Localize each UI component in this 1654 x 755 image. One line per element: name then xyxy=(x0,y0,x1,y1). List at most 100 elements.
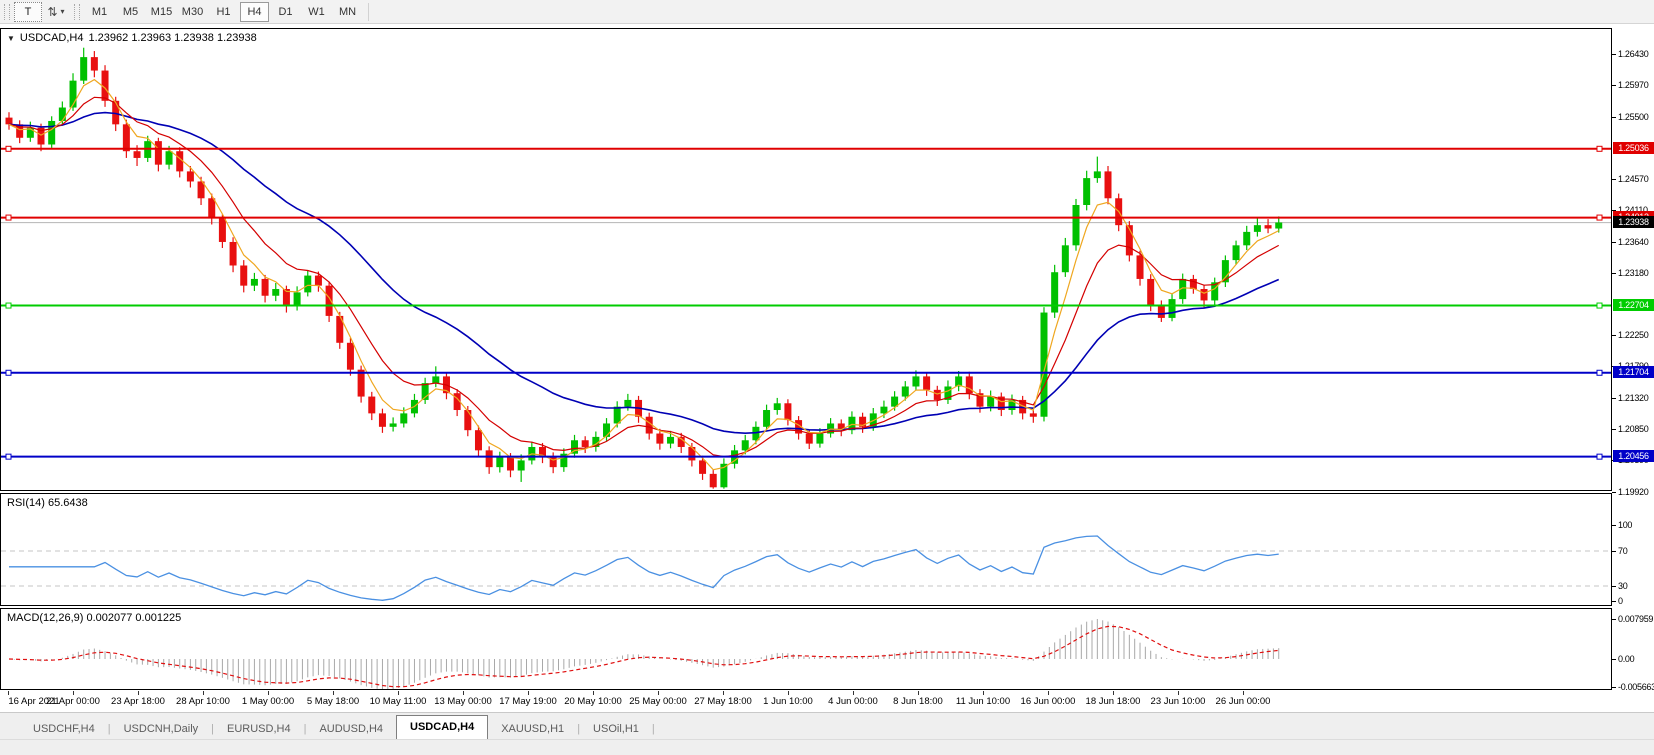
date-tick-label: 27 May 18:00 xyxy=(694,696,752,707)
price-tick-label: 1.19920 xyxy=(1618,487,1648,497)
timeframe-button-m1[interactable]: M1 xyxy=(85,2,114,22)
date-tick-label: 13 May 00:00 xyxy=(434,696,492,707)
axis-tick xyxy=(1612,398,1616,399)
price-chart-pane[interactable]: ▼ USDCAD,H4 1.23962 1.23963 1.23938 1.23… xyxy=(0,28,1612,491)
date-tick xyxy=(73,691,74,695)
price-tick-label: 1.22250 xyxy=(1618,330,1648,340)
line-handle[interactable] xyxy=(1597,454,1602,459)
chart-tab-eurusd-h4[interactable]: EURUSD,H4 xyxy=(214,719,304,739)
rsi-line xyxy=(9,536,1279,600)
date-tick-label: 4 Jun 00:00 xyxy=(828,696,878,707)
macd-label: MACD(12,26,9) 0.002077 0.001225 xyxy=(7,612,181,624)
ma-mid-line xyxy=(9,97,1279,456)
mt4-window: T ⇅ ▾ M1M5M15M30H1H4D1W1MN ▼ USDCAD,H4 1… xyxy=(0,0,1654,755)
date-tick xyxy=(983,691,984,695)
date-tick xyxy=(463,691,464,695)
date-tick xyxy=(1113,691,1114,695)
macd-tick-label: 0.007959 xyxy=(1618,614,1653,624)
axis-tick xyxy=(1612,335,1616,336)
line-handle[interactable] xyxy=(6,215,11,220)
timeframe-button-d1[interactable]: D1 xyxy=(271,2,300,22)
chart-tab-usdcnh-daily[interactable]: USDCNH,Daily xyxy=(111,719,212,739)
date-tick-label: 26 Jun 00:00 xyxy=(1216,696,1271,707)
date-tick-label: 21 Apr 00:00 xyxy=(46,696,100,707)
axis-tick xyxy=(1612,551,1616,552)
date-tick-label: 23 Apr 18:00 xyxy=(111,696,165,707)
axis-tick xyxy=(1612,492,1616,493)
chart-tab-usdchf-h4[interactable]: USDCHF,H4 xyxy=(20,719,108,739)
line-handle[interactable] xyxy=(6,303,11,308)
date-tick xyxy=(1048,691,1049,695)
chart-tab-audusd-h4[interactable]: AUDUSD,H4 xyxy=(306,719,396,739)
axis-tick xyxy=(1612,85,1616,86)
status-bar xyxy=(0,739,1654,755)
rsi-tick-label: 70 xyxy=(1618,546,1627,556)
chart-title: ▼ USDCAD,H4 1.23962 1.23963 1.23938 1.23… xyxy=(7,32,257,44)
line-handle[interactable] xyxy=(1597,146,1602,151)
date-tick xyxy=(8,691,9,695)
rsi-tick-label: 30 xyxy=(1618,581,1627,591)
date-tick xyxy=(268,691,269,695)
price-tick-label: 1.25500 xyxy=(1618,112,1648,122)
price-chart-canvas[interactable] xyxy=(1,29,1611,490)
timeframe-button-w1[interactable]: W1 xyxy=(302,2,331,22)
price-line-badge: 1.20456 xyxy=(1613,450,1654,462)
axis-tick xyxy=(1612,586,1616,587)
text-tool-button[interactable]: T xyxy=(14,2,42,22)
chart-tab-xauusd-h1[interactable]: XAUUSD,H1 xyxy=(488,719,577,739)
line-handle[interactable] xyxy=(6,454,11,459)
rsi-tick-label: 0 xyxy=(1618,596,1623,606)
toolbar-grip[interactable] xyxy=(4,4,10,20)
date-tick-label: 20 May 10:00 xyxy=(564,696,622,707)
price-line-badge: 1.25036 xyxy=(1613,142,1654,154)
arrows-icon: ⇅ xyxy=(47,5,57,19)
axis-tick xyxy=(1612,54,1616,55)
axis-tick xyxy=(1612,179,1616,180)
symbol-dropdown-icon[interactable]: ▼ xyxy=(7,34,15,43)
price-tick-label: 1.25970 xyxy=(1618,80,1648,90)
date-tick xyxy=(788,691,789,695)
timeframe-button-h4[interactable]: H4 xyxy=(240,2,269,22)
toolbar-grip[interactable] xyxy=(74,4,80,20)
line-handle[interactable] xyxy=(1597,215,1602,220)
cursor-mode-button[interactable]: ⇅ ▾ xyxy=(42,2,70,22)
rsi-canvas[interactable] xyxy=(1,494,1611,605)
axis-tick xyxy=(1612,659,1616,660)
ma-slow-line xyxy=(9,113,1279,434)
macd-canvas[interactable] xyxy=(1,609,1611,689)
date-tick xyxy=(398,691,399,695)
macd-indicator-pane[interactable]: MACD(12,26,9) 0.002077 0.001225 xyxy=(0,608,1612,690)
date-axis: 16 Apr 202121 Apr 00:0023 Apr 18:0028 Ap… xyxy=(0,691,1612,712)
date-tick xyxy=(1243,691,1244,695)
timeframe-button-m30[interactable]: M30 xyxy=(178,2,207,22)
timeframe-toolbar: M1M5M15M30H1H4D1W1MN xyxy=(84,2,363,22)
axis-tick xyxy=(1612,273,1616,274)
rsi-label: RSI(14) 65.6438 xyxy=(7,497,88,509)
chart-tab-usdcad-h4[interactable]: USDCAD,H4 xyxy=(396,715,488,739)
timeframe-button-m5[interactable]: M5 xyxy=(116,2,145,22)
tab-separator: | xyxy=(652,719,655,739)
timeframe-button-m15[interactable]: M15 xyxy=(147,2,176,22)
price-tick-label: 1.20850 xyxy=(1618,424,1648,434)
price-tick-label: 1.24570 xyxy=(1618,174,1648,184)
date-tick xyxy=(853,691,854,695)
line-handle[interactable] xyxy=(6,146,11,151)
price-tick-label: 1.23640 xyxy=(1618,237,1648,247)
chart-tab-usoil-h1[interactable]: USOil,H1 xyxy=(580,719,652,739)
axis-tick xyxy=(1612,687,1616,688)
price-tick-label: 1.23180 xyxy=(1618,268,1648,278)
axis-tick xyxy=(1612,242,1616,243)
axis-tick xyxy=(1612,601,1616,602)
line-handle[interactable] xyxy=(1597,370,1602,375)
price-axis: 1.264301.259701.255001.245701.241101.236… xyxy=(1612,28,1654,692)
date-tick-label: 10 May 11:00 xyxy=(370,696,427,707)
price-line-badge: 1.21704 xyxy=(1613,366,1654,378)
rsi-indicator-pane[interactable]: RSI(14) 65.6438 xyxy=(0,493,1612,606)
chart-title-quotes: 1.23962 1.23963 1.23938 1.23938 xyxy=(89,32,257,44)
date-tick-label: 18 Jun 18:00 xyxy=(1086,696,1141,707)
timeframe-button-mn[interactable]: MN xyxy=(333,2,362,22)
macd-tick-label: 0.00 xyxy=(1618,654,1634,664)
timeframe-button-h1[interactable]: H1 xyxy=(209,2,238,22)
line-handle[interactable] xyxy=(6,370,11,375)
line-handle[interactable] xyxy=(1597,303,1602,308)
